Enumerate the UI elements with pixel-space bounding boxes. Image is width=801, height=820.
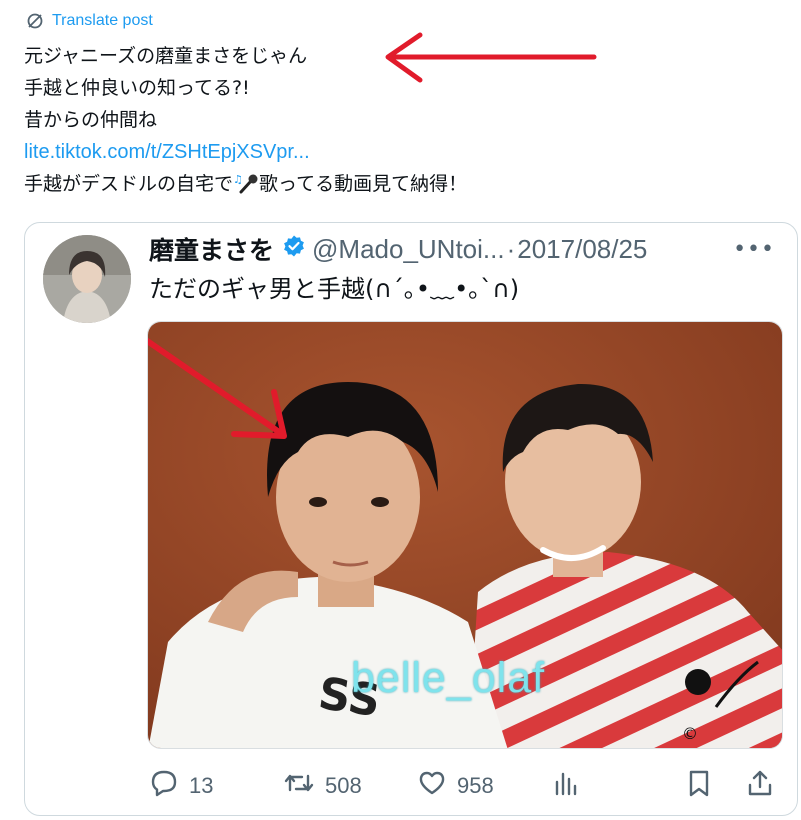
- bookmark-button[interactable]: [685, 768, 713, 804]
- reply-count: 13: [189, 773, 214, 798]
- author-handle[interactable]: @Mado_UNtoi...: [312, 234, 505, 265]
- more-options-icon[interactable]: •••: [733, 237, 775, 262]
- heart-icon: [417, 768, 447, 804]
- share-button[interactable]: [745, 768, 775, 804]
- author-name[interactable]: 磨童まさを: [149, 231, 274, 267]
- repost-icon: [283, 768, 315, 804]
- post-line-5: 手越がデスドルの自宅で ♫ 歌ってる動画見て納得！: [24, 168, 467, 200]
- red-arrow-annotation: [385, 32, 597, 83]
- action-bar: 13 508 958: [25, 768, 797, 808]
- quoted-post-text: ただのギャ男と手越(∩´｡•﹏•｡`∩): [149, 275, 520, 303]
- verified-badge-icon: [282, 234, 306, 264]
- repost-count: 508: [325, 773, 362, 798]
- music-microphone-emoji-icon: ♫: [233, 172, 259, 194]
- red-arrow-annotation-photo: [148, 337, 287, 439]
- post-line-5-start: 手越がデスドルの自宅で: [24, 173, 234, 195]
- post-line-3: 昔からの仲間ね: [24, 109, 158, 131]
- like-button[interactable]: 958: [417, 768, 494, 804]
- photo-watermark: belle_olaf: [351, 654, 546, 702]
- reply-icon: [149, 768, 179, 804]
- repost-button[interactable]: 508: [283, 768, 362, 804]
- avatar[interactable]: [43, 235, 131, 323]
- post-date[interactable]: 2017/08/25: [517, 234, 647, 265]
- svg-text:©: ©: [682, 724, 698, 743]
- bar-chart-views-icon: [551, 768, 581, 804]
- views-button[interactable]: [551, 768, 581, 804]
- globe-translate-icon: [26, 12, 44, 30]
- bookmark-icon: [685, 768, 713, 804]
- svg-text:♫: ♫: [233, 173, 243, 186]
- tiktok-link[interactable]: lite.tiktok.com/t/ZSHtEpjXSVpr...: [24, 141, 310, 163]
- translate-label: Translate post: [52, 12, 153, 29]
- share-icon: [745, 768, 775, 804]
- attached-photo[interactable]: SS © belle_olaf: [147, 321, 783, 749]
- post-line-5-end: 歌ってる動画見て納得！: [259, 173, 468, 195]
- separator-dot: ·: [506, 233, 516, 264]
- quoted-post-header: 磨童まさを @Mado_UNtoi... · 2017/08/25: [149, 231, 647, 267]
- like-count: 958: [457, 773, 494, 798]
- quoted-post-card[interactable]: 磨童まさを @Mado_UNtoi... · 2017/08/25 ••• ただ…: [24, 222, 798, 816]
- translate-post-link[interactable]: Translate post: [26, 12, 153, 30]
- reply-button[interactable]: 13: [149, 768, 213, 804]
